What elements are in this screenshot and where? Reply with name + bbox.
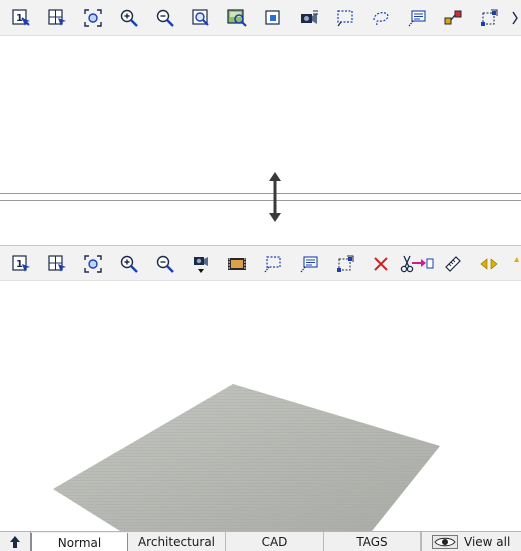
top-viewport[interactable] <box>0 36 521 193</box>
transform-icon[interactable] <box>334 253 356 275</box>
tab-label: Normal <box>57 535 102 550</box>
bottom-toolbar: 1 <box>0 245 521 281</box>
zoom-extents-icon[interactable] <box>46 7 68 29</box>
scroll-up-button[interactable] <box>0 532 31 551</box>
3d-viewport[interactable] <box>0 281 521 531</box>
view-all-label: View all <box>464 535 511 549</box>
zoom-window-icon[interactable] <box>82 7 104 29</box>
zoom-1to1-icon[interactable]: 1 <box>10 7 32 29</box>
tab-tags[interactable]: TAGS <box>324 532 421 551</box>
tab-architectural[interactable]: Architectural <box>128 532 226 551</box>
arrow-left-right-icon[interactable] <box>478 253 500 275</box>
zoom-search-icon[interactable] <box>190 7 212 29</box>
annotation-icon[interactable] <box>298 253 320 275</box>
nudge-icon[interactable] <box>510 7 521 29</box>
camera-dropdown-icon[interactable] <box>190 253 212 275</box>
filmstrip-icon[interactable] <box>226 253 248 275</box>
svg-text:1: 1 <box>16 259 23 270</box>
measure-icon[interactable] <box>442 253 464 275</box>
zoom-out-icon[interactable] <box>154 253 176 275</box>
pane-splitter[interactable] <box>0 193 521 201</box>
tab-cad[interactable]: CAD <box>226 532 324 551</box>
top-toolbar: 1 <box>0 0 521 36</box>
zoom-frame-icon[interactable] <box>262 7 284 29</box>
eye-icon <box>432 535 458 549</box>
transform-icon[interactable] <box>478 7 500 29</box>
tab-label: TAGS <box>356 535 388 549</box>
star-icon[interactable] <box>510 253 521 275</box>
view-tab-bar: Normal Architectural CAD TAGS View all <box>0 531 521 551</box>
app-window: 1 1 Normal Architectural CAD TAGS View a… <box>0 0 521 551</box>
tab-label: CAD <box>261 535 288 549</box>
node-link-icon[interactable] <box>442 7 464 29</box>
zoom-in-icon[interactable] <box>118 253 140 275</box>
zoom-window-icon[interactable] <box>82 253 104 275</box>
zoom-out-icon[interactable] <box>154 7 176 29</box>
camera-view-icon[interactable] <box>298 7 320 29</box>
zoom-in-icon[interactable] <box>118 7 140 29</box>
ground-plane <box>53 384 440 531</box>
zoom-extents-icon[interactable] <box>46 253 68 275</box>
resize-arrow-icon[interactable] <box>266 170 284 224</box>
tab-label: Architectural <box>137 535 216 549</box>
zoom-image-icon[interactable] <box>226 7 248 29</box>
arrow-up-icon <box>10 536 20 548</box>
zoom-1to1-icon[interactable]: 1 <box>10 253 32 275</box>
select-rectangle-icon[interactable] <box>334 7 356 29</box>
annotation-icon[interactable] <box>406 7 428 29</box>
delete-icon[interactable] <box>370 253 392 275</box>
viewport-gap <box>0 201 521 245</box>
select-rectangle-icon[interactable] <box>262 253 284 275</box>
tab-normal[interactable]: Normal <box>31 533 128 551</box>
view-all-button[interactable]: View all <box>421 532 521 551</box>
select-lasso-icon[interactable] <box>370 7 392 29</box>
cut-move-icon[interactable] <box>400 253 434 275</box>
